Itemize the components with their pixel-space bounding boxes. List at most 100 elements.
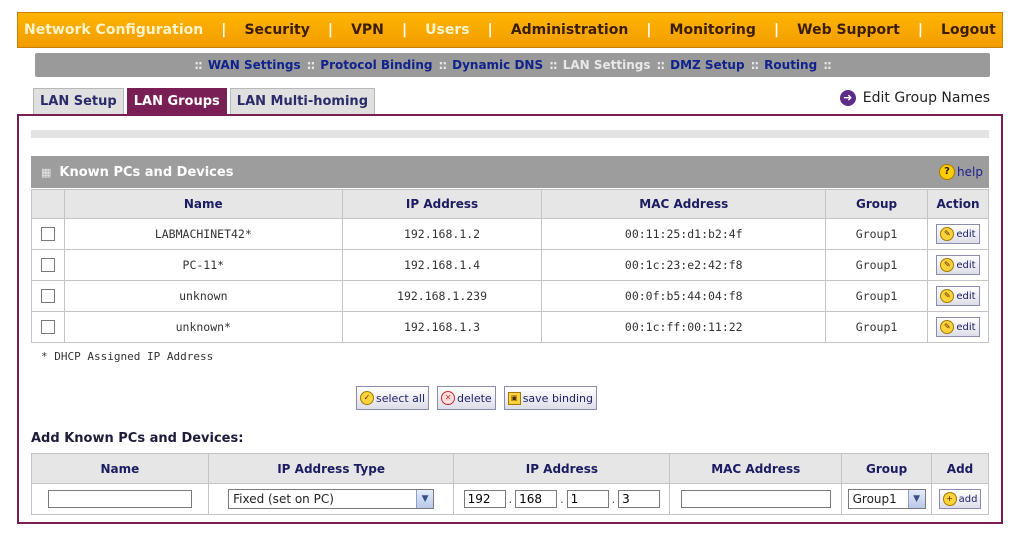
submenu-dynamic-dns[interactable]: Dynamic DNS [452,58,543,72]
known-devices-header: ▦ Known PCs and Devices ? help [31,156,989,188]
add-label: add [958,493,978,505]
menu-separator: | [221,22,227,38]
column-header-action: Action [927,189,989,219]
submenu-routing[interactable]: Routing [764,58,817,72]
edit-group-names-link[interactable]: ➜ Edit Group Names [839,90,990,106]
delete-label: delete [457,391,492,405]
ip-dot: . [508,492,513,506]
device-mac: 00:1c:23:e2:42:f8 [541,249,827,281]
submenu-separator: :: [823,58,832,72]
submenu-separator: :: [194,58,203,72]
submenu-separator: :: [656,58,666,72]
name-cell [31,483,209,515]
ip-octet-3-input[interactable] [566,490,609,508]
menu-vpn[interactable]: VPN [351,22,384,38]
action-cell: ✎ edit [927,218,989,250]
ip-dot: . [560,492,564,506]
menu-monitoring[interactable]: Monitoring [670,22,756,38]
pencil-icon: ✎ [940,320,955,334]
menu-security[interactable]: Security [244,22,309,38]
add-button[interactable]: + add [938,489,982,509]
name-input[interactable] [47,490,192,508]
group-select[interactable]: Group1 ▼ [847,489,926,509]
menu-logout[interactable]: Logout [941,22,996,38]
device-name: unknown [63,280,343,312]
action-cell: ✎ edit [927,249,989,281]
mac-cell [669,483,843,515]
edit-label: edit [956,259,976,271]
edit-label: edit [956,290,976,302]
menu-separator: | [327,22,334,38]
ip-type-select[interactable]: Fixed (set on PC) ▼ [228,489,435,509]
column-header-mac: MAC Address [541,189,827,219]
submenu-dmz-setup[interactable]: DMZ Setup [670,58,744,72]
tab-lan-setup[interactable]: LAN Setup [33,88,124,115]
menu-web-support[interactable]: Web Support [797,22,900,38]
menu-separator: | [917,22,923,38]
delete-button[interactable]: ✕ delete [437,386,496,410]
add-cell: + add [931,483,989,515]
row-checkbox-cell [31,280,65,312]
pencil-icon: ✎ [940,258,955,272]
table-header-row: Name IP Address MAC Address Group Action [31,189,989,219]
add-device-table: Name IP Address Type IP Address MAC Addr… [31,453,989,515]
submenu-separator: :: [750,58,760,72]
add-column-header-group: Group [841,453,933,484]
edit-button[interactable]: ✎ edit [936,317,980,337]
submenu-wan-settings[interactable]: WAN Settings [208,58,301,72]
device-name: LABMACHINET42* [63,218,343,250]
edit-button[interactable]: ✎ edit [936,255,980,275]
menu-network-configuration[interactable]: Network Configuration [24,22,203,38]
plus-icon: + [942,492,957,506]
submenu-protocol-binding[interactable]: Protocol Binding [320,58,432,72]
add-column-header-name: Name [31,453,209,484]
row-checkbox[interactable] [40,320,55,335]
row-checkbox[interactable] [40,227,55,242]
action-cell: ✎ edit [927,280,989,312]
main-panel: ▦ Known PCs and Devices ? help Name IP A… [17,114,1003,524]
edit-label: edit [956,321,976,333]
tab-lan-groups[interactable]: LAN Groups [126,88,227,115]
table-row: unknown* 192.168.1.3 00:1c:ff:00:11:22 G… [31,311,989,343]
menu-separator: | [401,22,408,38]
known-devices-title: Known PCs and Devices [59,164,234,180]
add-header-row: Name IP Address Type IP Address MAC Addr… [31,453,989,484]
table-row: LABMACHINET42* 192.168.1.2 00:11:25:d1:b… [31,218,989,250]
device-ip: 192.168.1.239 [341,280,543,312]
question-icon: ? [939,164,956,180]
device-ip: 192.168.1.3 [341,311,543,343]
group-cell: Group1 ▼ [841,483,933,515]
action-cell: ✎ edit [927,311,989,343]
mac-address-input[interactable] [680,490,831,508]
add-column-header-ip: IP Address [453,453,671,484]
arrow-right-icon: ➜ [839,90,856,106]
divider-bar [31,130,989,138]
ip-octet-4-input[interactable] [618,490,661,508]
row-checkbox[interactable] [40,289,55,304]
ip-type-value: Fixed (set on PC) [233,492,334,506]
device-group: Group1 [825,218,928,250]
edit-button[interactable]: ✎ edit [936,224,980,244]
edit-button[interactable]: ✎ edit [936,286,980,306]
row-checkbox[interactable] [40,258,55,273]
menu-users[interactable]: Users [425,22,469,38]
save-binding-button[interactable]: ▣ save binding [503,386,597,410]
tab-lan-multi-homing[interactable]: LAN Multi-homing [229,88,375,115]
help-button[interactable]: ? help [939,164,983,180]
select-all-button[interactable]: ✓ select all [356,386,430,410]
grip-icon: ▦ [41,165,52,179]
ip-octet-2-input[interactable] [515,490,558,508]
column-header-group: Group [825,189,928,219]
submenu-lan-settings[interactable]: LAN Settings [563,58,651,72]
device-name: unknown* [63,311,343,343]
submenu-separator: :: [306,58,316,72]
add-column-header-mac: MAC Address [669,453,843,484]
menu-administration[interactable]: Administration [511,22,628,38]
column-header-ip: IP Address [341,189,543,219]
chevron-down-icon: ▼ [416,490,434,508]
submenu-separator: :: [549,58,558,72]
help-label: help [957,165,983,179]
check-icon: ✓ [360,391,374,405]
select-all-label: select all [376,391,426,405]
ip-octet-1-input[interactable] [463,490,506,508]
